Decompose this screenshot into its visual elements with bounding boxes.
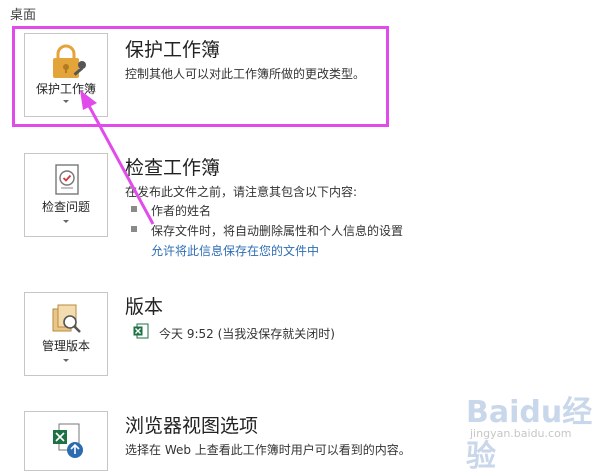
watermark-url: jingyan.baidu.com bbox=[470, 427, 572, 440]
annotation-arrow bbox=[80, 90, 155, 225]
baidu-watermark: Baidu经验 jingyan.baidu.com bbox=[466, 387, 602, 474]
